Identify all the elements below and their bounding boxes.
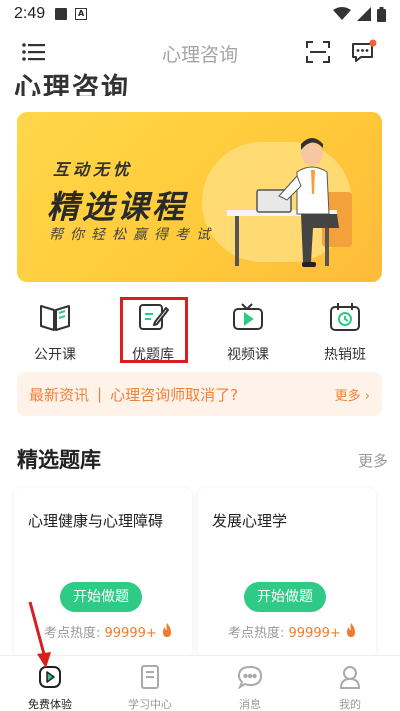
card-heat: 考点热度: 99999+	[228, 622, 357, 641]
category-label: 热销班	[324, 347, 366, 363]
header-title: 心理咨询	[161, 44, 238, 66]
category-open-course[interactable]: 公开课	[15, 296, 95, 364]
heat-value: 99999+	[288, 626, 341, 641]
user-icon	[339, 666, 361, 689]
question-bank-card[interactable]: 发展心理学 开始做题 考点热度: 99999+	[198, 488, 376, 658]
tab-messages[interactable]: 消息	[200, 662, 300, 711]
signal-icon	[357, 7, 371, 21]
news-ticker[interactable]: 最新资讯 | 心理咨询师取消了? 更多 ›	[17, 372, 382, 416]
category-label: 视频课	[227, 347, 269, 363]
message-icon[interactable]	[350, 39, 378, 65]
heat-label: 考点热度:	[228, 626, 285, 641]
card-heat: 考点热度: 99999+	[44, 622, 173, 641]
notification-square-icon	[55, 8, 68, 20]
section-title: 精选题库	[17, 448, 101, 472]
heat-value: 99999+	[104, 626, 157, 641]
banner-line2: 精选课程	[47, 188, 188, 226]
news-more-link[interactable]: 更多 ›	[335, 385, 370, 404]
status-time: 2:49	[14, 5, 46, 22]
tab-study-center[interactable]: 学习中心	[100, 662, 200, 711]
tv-play-icon	[233, 303, 263, 330]
tab-label: 消息	[239, 698, 261, 711]
fire-icon	[346, 623, 355, 637]
tab-label: 学习中心	[128, 698, 172, 711]
chat-bubble-icon	[237, 665, 263, 690]
start-practice-button[interactable]: 开始做题	[60, 582, 142, 612]
category-hot-class[interactable]: 热销班	[305, 296, 385, 364]
open-book-icon	[40, 305, 70, 331]
category-label: 公开课	[34, 347, 76, 363]
bottom-tab-bar: 免费体验 学习中心 消息 我的	[0, 655, 400, 711]
tab-profile[interactable]: 我的	[300, 662, 400, 711]
category-video-course[interactable]: 视频课	[208, 296, 288, 364]
section-more-link[interactable]: 更多	[358, 450, 388, 471]
category-row: 公开课 优题库 视频课 热销班	[0, 296, 400, 366]
banner-person-illustration	[227, 138, 352, 267]
wifi-icon	[333, 7, 351, 20]
annotation-arrow	[28, 601, 51, 668]
battery-icon	[377, 6, 386, 22]
tab-label: 免费体验	[28, 698, 72, 711]
scan-icon[interactable]	[305, 40, 331, 64]
calendar-clock-icon	[330, 303, 360, 331]
notification-a-icon: A	[75, 8, 88, 20]
start-practice-button[interactable]: 开始做题	[244, 582, 326, 612]
banner-line1: 互动无忧	[53, 160, 134, 179]
tab-label: 我的	[339, 698, 361, 711]
card-title: 心理健康与心理障碍	[28, 512, 164, 530]
news-tag: 最新资讯	[29, 385, 90, 404]
page-title: 心理咨询	[14, 73, 130, 96]
fire-icon	[162, 623, 171, 637]
status-bar: 2:49 A	[0, 0, 400, 28]
banner-line3: 帮你轻松赢得考试	[49, 227, 217, 243]
news-separator: |	[97, 385, 103, 403]
document-icon	[141, 665, 159, 689]
highlight-box	[120, 297, 188, 363]
news-headline[interactable]: 心理咨询师取消了?	[110, 384, 238, 405]
card-title: 发展心理学	[212, 512, 288, 530]
course-banner[interactable]: 互动无忧 精选课程 帮你轻松赢得考试	[17, 112, 382, 282]
